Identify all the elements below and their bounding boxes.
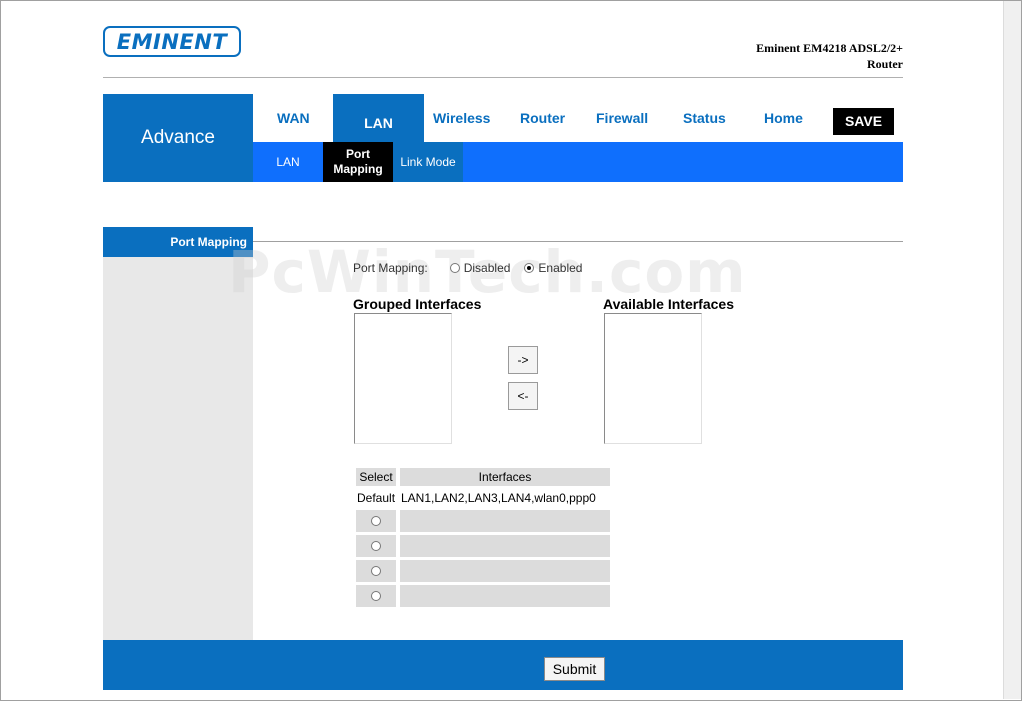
default-row-select: Default: [357, 491, 396, 505]
option-disabled[interactable]: Disabled: [449, 261, 511, 275]
table-row-interfaces: [400, 560, 610, 582]
device-model: Eminent EM4218 ADSL2/2+ Router: [756, 40, 903, 72]
section-label: Advance: [141, 127, 215, 148]
sidebar-column: [103, 257, 253, 640]
table-header-select: Select: [356, 468, 396, 486]
header-divider: [103, 77, 903, 78]
table-header-interfaces: Interfaces: [400, 468, 610, 486]
available-interfaces-title: Available Interfaces: [603, 296, 734, 312]
tab-status[interactable]: Status: [683, 110, 726, 126]
move-right-button[interactable]: ->: [508, 346, 538, 374]
grouped-interfaces-title: Grouped Interfaces: [353, 296, 482, 312]
subtab-lan[interactable]: LAN: [253, 142, 323, 182]
tab-firewall[interactable]: Firewall: [596, 110, 648, 126]
default-row-interfaces: LAN1,LAN2,LAN3,LAN4,wlan0,ppp0: [401, 491, 596, 505]
port-mapping-row: Port Mapping: Disabled Enabled: [353, 261, 596, 275]
option-enabled[interactable]: Enabled: [524, 261, 582, 275]
tab-wireless[interactable]: Wireless: [433, 110, 490, 126]
content-divider: [253, 241, 903, 242]
row-select-radio[interactable]: [371, 566, 381, 576]
subtab-port-mapping[interactable]: Port Mapping: [323, 142, 393, 182]
save-button[interactable]: SAVE: [833, 108, 894, 135]
submit-button[interactable]: Submit: [544, 657, 605, 681]
subnav-bar: LAN Port Mapping Link Mode: [253, 142, 903, 182]
tab-wan[interactable]: WAN: [277, 110, 310, 126]
row-select-radio[interactable]: [371, 541, 381, 551]
table-row: [356, 585, 396, 607]
port-mapping-label: Port Mapping:: [353, 261, 428, 275]
sidebar-header: Port Mapping: [103, 227, 253, 257]
subtab-link-mode[interactable]: Link Mode: [393, 142, 463, 182]
model-line-1: Eminent EM4218 ADSL2/2+: [756, 41, 903, 55]
tab-lan-label: LAN: [364, 115, 393, 131]
vertical-scrollbar[interactable]: [1003, 1, 1021, 699]
row-select-radio[interactable]: [371, 516, 381, 526]
radio-disabled[interactable]: [449, 263, 460, 273]
table-row: [356, 535, 396, 557]
model-line-2: Router: [867, 57, 903, 71]
option-enabled-label: Enabled: [538, 261, 583, 275]
move-left-button[interactable]: <-: [508, 382, 538, 410]
table-row-interfaces: [400, 535, 610, 557]
available-interfaces-list[interactable]: [604, 313, 702, 444]
footer-bar: [103, 640, 903, 690]
tab-lan[interactable]: LAN: [333, 94, 424, 142]
tab-router[interactable]: Router: [520, 110, 565, 126]
tab-home[interactable]: Home: [764, 110, 803, 126]
section-box: Advance: [103, 94, 253, 182]
table-row-interfaces: [400, 510, 610, 532]
eminent-logo: EMINENT: [103, 26, 241, 57]
logo-text: EMINENT: [116, 30, 228, 54]
row-select-radio[interactable]: [371, 591, 381, 601]
option-disabled-label: Disabled: [463, 261, 511, 275]
radio-enabled[interactable]: [524, 263, 535, 273]
table-row-interfaces: [400, 585, 610, 607]
grouped-interfaces-list[interactable]: [354, 313, 452, 444]
sidebar-title: Port Mapping: [170, 235, 247, 249]
table-row: [356, 510, 396, 532]
table-row: [356, 560, 396, 582]
